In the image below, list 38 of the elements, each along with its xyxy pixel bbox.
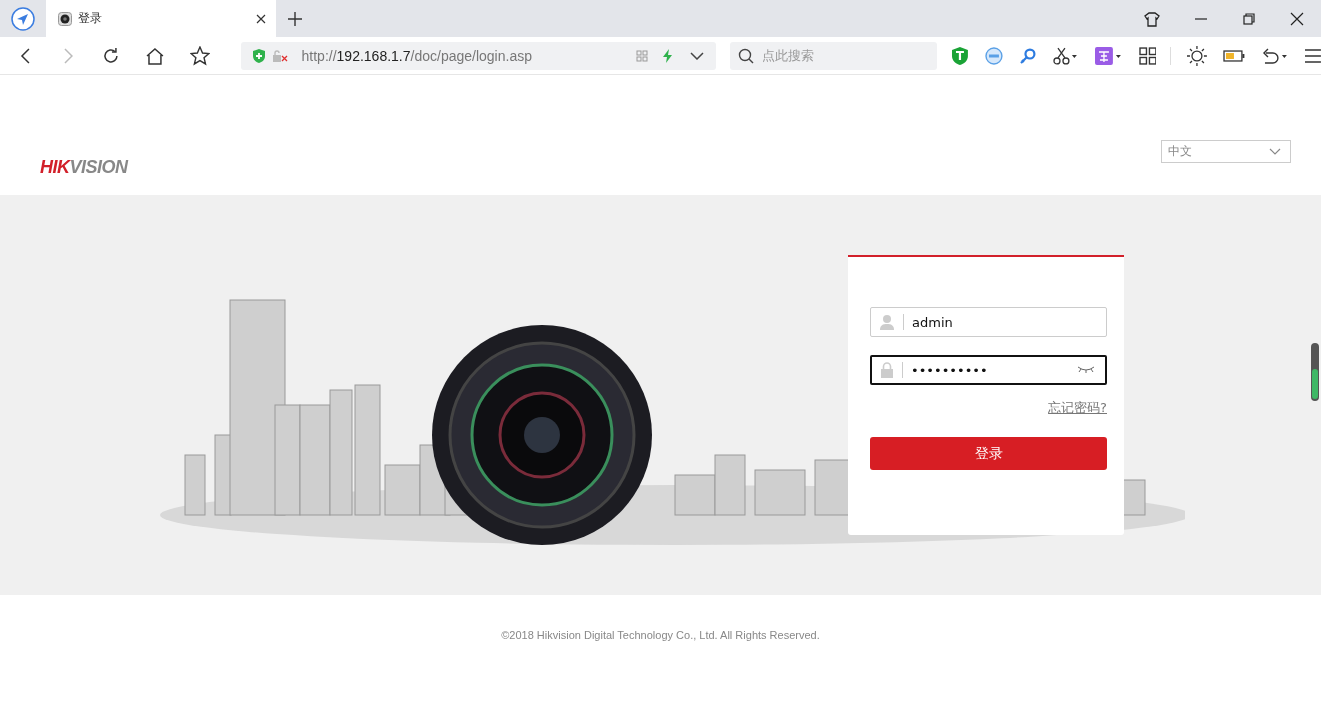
forgot-password-link[interactable]: 忘记密码? (1048, 399, 1107, 417)
browser-tab[interactable]: 登录 (46, 0, 276, 37)
translate-icon[interactable] (1094, 46, 1123, 65)
shield-icon[interactable] (251, 48, 266, 63)
menu-icon[interactable] (1305, 48, 1321, 63)
reload-icon[interactable] (101, 46, 120, 65)
search-icon (738, 47, 755, 64)
close-icon[interactable] (256, 13, 266, 24)
close-icon[interactable] (1290, 11, 1304, 26)
camera-favicon-icon (58, 11, 72, 26)
copyright-text: ©2018 Hikvision Digital Technology Co., Ltd. All Rights Reserved. (501, 629, 820, 643)
restore-icon[interactable] (1242, 11, 1256, 26)
scissors-icon[interactable] (1052, 46, 1079, 65)
closed-eye-icon[interactable] (1077, 366, 1095, 374)
shirt-icon[interactable] (1144, 10, 1160, 27)
side-meter-icon[interactable] (1311, 343, 1319, 401)
new-tab-icon[interactable] (288, 11, 302, 26)
battery-icon[interactable] (1223, 48, 1246, 63)
chevron-down-icon[interactable] (690, 51, 705, 60)
address-bar[interactable]: http://192.168.1.7/doc/page/login.asp (240, 41, 717, 70)
language-select[interactable]: 中文 (1161, 140, 1291, 163)
home-icon[interactable] (145, 46, 164, 65)
url-text: http://192.168.1.7/doc/page/login.asp (301, 47, 533, 64)
logo: HIKVISION (40, 157, 128, 178)
lock-crossed-icon[interactable] (271, 48, 288, 63)
star-icon[interactable] (189, 45, 210, 66)
login-button[interactable]: 登录 (870, 437, 1107, 470)
blocked-circle-icon[interactable] (985, 46, 1003, 65)
user-icon (879, 314, 895, 330)
chevron-down-icon (1269, 148, 1281, 155)
tab-title: 登录 (78, 10, 103, 27)
shield-t-icon[interactable] (951, 46, 970, 65)
grid-icon[interactable] (1138, 46, 1157, 65)
password-field[interactable]: •••••••••• (870, 355, 1107, 385)
lock-icon (880, 362, 894, 378)
sun-icon[interactable] (1187, 45, 1208, 66)
username-field[interactable]: admin (870, 307, 1107, 337)
key-icon[interactable] (1018, 46, 1037, 65)
